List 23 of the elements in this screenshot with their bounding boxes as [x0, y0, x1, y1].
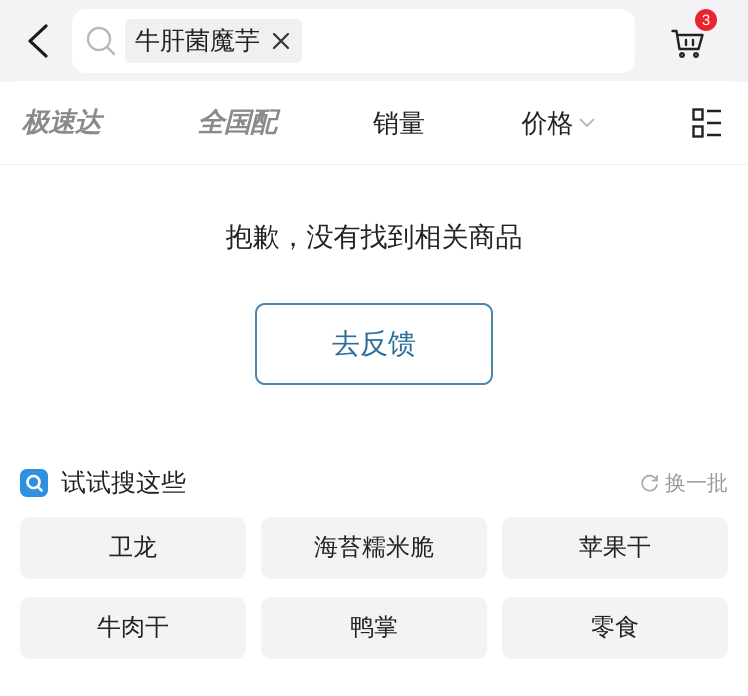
- chevron-down-icon: [579, 118, 596, 127]
- filter-dropdown[interactable]: 价格: [521, 110, 596, 136]
- search-suggestion-icon: [20, 469, 48, 497]
- cart-badge: 3: [695, 9, 717, 31]
- cart-icon[interactable]: [671, 29, 705, 59]
- suggestion-chip[interactable]: 卫龙: [20, 517, 246, 579]
- back-icon[interactable]: [26, 24, 50, 58]
- empty-message: 抱歉，没有找到相关商品: [226, 221, 522, 253]
- list-view-icon[interactable]: [692, 108, 722, 138]
- feedback-button[interactable]: 去反馈: [255, 303, 493, 385]
- keyword-text: 牛肝菌魔芋: [135, 28, 260, 54]
- search-field[interactable]: 牛肝菌魔芋: [72, 9, 635, 73]
- suggestion-chip[interactable]: 鸭掌: [261, 597, 487, 659]
- suggestions-title: 试试搜这些: [61, 470, 186, 496]
- filter-tab[interactable]: 销量: [372, 110, 425, 136]
- suggestion-chip[interactable]: 零食: [502, 597, 728, 659]
- suggestion-chip[interactable]: 牛肉干: [20, 597, 246, 659]
- refresh-icon: [641, 474, 659, 492]
- search-icon: [86, 26, 116, 56]
- keyword-chip[interactable]: 牛肝菌魔芋: [125, 19, 302, 63]
- suggestion-chip[interactable]: 海苔糯米脆: [261, 517, 487, 579]
- close-icon[interactable]: [272, 32, 290, 50]
- suggestion-chip[interactable]: 苹果干: [502, 517, 728, 579]
